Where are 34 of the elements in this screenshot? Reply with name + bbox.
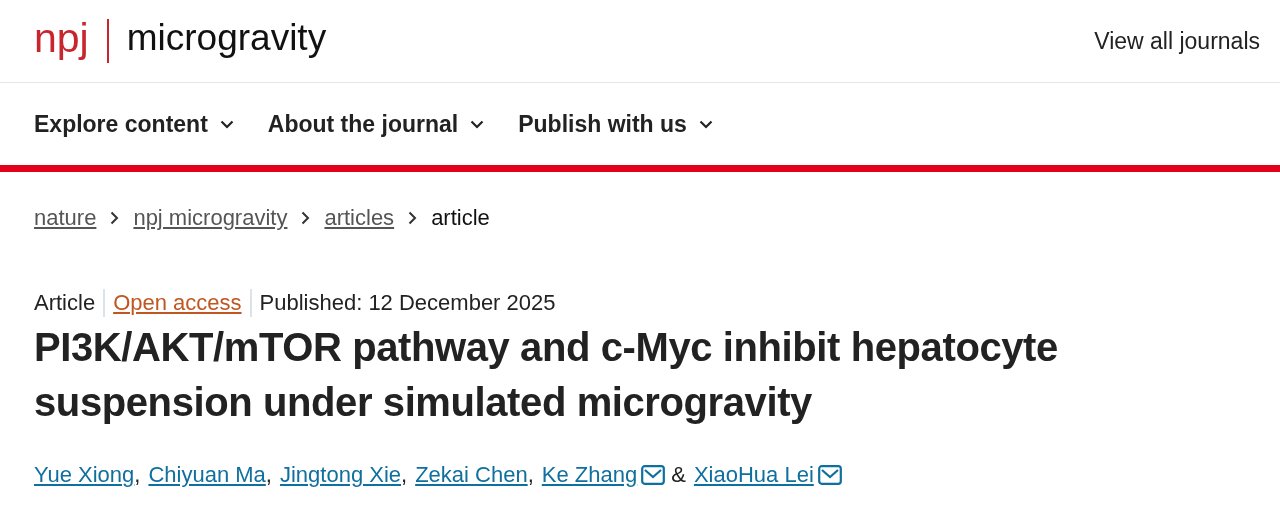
breadcrumb-link[interactable]: articles bbox=[324, 205, 395, 231]
article-title: PI3K/AKT/mTOR pathway and c-Myc inhibit hepatocyte suspension under simulated microgravity bbox=[34, 324, 1059, 426]
chevron-right-icon bbox=[408, 211, 418, 225]
open-access-link[interactable]: Open access bbox=[113, 290, 242, 316]
chevron-right-icon bbox=[110, 211, 120, 225]
author-separator: & bbox=[671, 462, 686, 488]
chevron-down-icon bbox=[698, 119, 713, 129]
breadcrumb-link[interactable]: nature bbox=[34, 205, 97, 231]
author-link[interactable]: Chiyuan Ma bbox=[148, 462, 266, 488]
nav-menu-button[interactable]: Publish with us bbox=[518, 110, 713, 138]
view-all-journals-link[interactable]: View all journals bbox=[1094, 27, 1260, 55]
email-icon[interactable] bbox=[641, 465, 666, 485]
chevron-down-icon bbox=[470, 119, 485, 129]
author-separator: , bbox=[265, 462, 272, 488]
logo-divider bbox=[106, 19, 109, 63]
nav-menu-button[interactable]: About the journal bbox=[267, 110, 485, 138]
author-separator: , bbox=[401, 462, 408, 488]
author-separator: , bbox=[527, 462, 534, 488]
author-link[interactable]: XiaoHua Lei bbox=[693, 462, 814, 488]
article-type: Article bbox=[34, 290, 96, 316]
published-date: Published: 12 December 2025 bbox=[259, 290, 556, 316]
breadcrumb-link[interactable]: npj microgravity bbox=[133, 205, 288, 231]
author-link[interactable]: Ke Zhang bbox=[541, 462, 638, 488]
email-icon[interactable] bbox=[817, 465, 842, 485]
breadcrumb-current: article bbox=[431, 205, 490, 231]
nav-menu-button[interactable]: Explore content bbox=[34, 110, 234, 138]
brand-logo-text[interactable]: npj bbox=[34, 17, 89, 65]
author-link[interactable]: Yue Xiong bbox=[34, 462, 135, 488]
author-link[interactable]: Zekai Chen bbox=[415, 462, 528, 488]
author-separator: , bbox=[134, 462, 141, 488]
chevron-down-icon bbox=[219, 119, 234, 129]
chevron-right-icon bbox=[301, 211, 311, 225]
journal-name[interactable]: microgravity bbox=[126, 17, 327, 65]
author-link[interactable]: Jingtong Xie bbox=[279, 462, 402, 488]
